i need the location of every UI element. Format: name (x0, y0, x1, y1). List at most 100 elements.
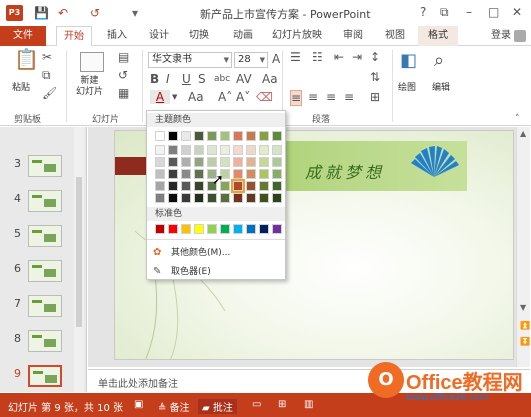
standard-color-swatch[interactable] (259, 224, 269, 234)
font-color-icon[interactable]: A (150, 90, 170, 104)
powerpoint-app-icon[interactable]: P3 (6, 5, 23, 21)
reset-icon[interactable]: ↺ (118, 68, 128, 82)
font-color-dropdown-icon[interactable]: ▼ (172, 90, 177, 104)
theme-shade-swatch[interactable] (181, 193, 191, 203)
theme-shade-swatch[interactable] (233, 157, 243, 167)
tab-home[interactable]: 开始 (56, 26, 92, 47)
increase-indent-icon[interactable]: ⇥ (352, 50, 362, 64)
justify-icon[interactable]: ≡ (344, 90, 354, 104)
slide-thumbnail[interactable] (28, 190, 62, 212)
collapse-ribbon-icon[interactable]: ˄ (515, 112, 520, 126)
theme-color-swatch[interactable] (233, 131, 243, 141)
theme-shade-swatch[interactable] (259, 193, 269, 203)
bold-icon[interactable]: B (150, 72, 159, 86)
scroll-up-icon[interactable]: ▲ (520, 129, 526, 138)
slide-thumbnail-selected[interactable] (28, 365, 62, 387)
line-spacing-icon[interactable]: ↕ (370, 50, 380, 64)
standard-color-swatch[interactable] (272, 224, 282, 234)
tab-design[interactable]: 设计 (142, 26, 176, 46)
theme-shade-swatch[interactable] (272, 169, 282, 179)
undo-icon[interactable]: ↶ (58, 5, 68, 21)
standard-color-swatch[interactable] (168, 224, 178, 234)
underline-icon[interactable]: U (182, 72, 191, 86)
theme-color-swatch[interactable] (272, 131, 282, 141)
decrease-font-icon[interactable]: A˅ (236, 90, 250, 104)
help-button[interactable]: ? (420, 4, 426, 20)
theme-shade-swatch[interactable] (207, 145, 217, 155)
text-direction-icon[interactable]: ⇅ (370, 70, 380, 84)
bullets-icon[interactable]: ☰ (290, 50, 301, 64)
theme-shade-swatch[interactable] (246, 157, 256, 167)
normal-view-icon[interactable]: ▭ (252, 399, 261, 410)
slide-title[interactable]: 成就梦想 (305, 159, 385, 183)
theme-shade-swatch[interactable] (155, 169, 165, 179)
next-slide-icon[interactable]: ⏬ (520, 337, 530, 346)
theme-shade-swatch[interactable] (155, 181, 165, 191)
theme-shade-swatch[interactable] (220, 193, 230, 203)
previous-slide-icon[interactable]: ⏫ (520, 321, 530, 330)
theme-color-swatch[interactable] (220, 131, 230, 141)
theme-shade-swatch[interactable] (233, 169, 243, 179)
standard-color-swatch[interactable] (207, 224, 217, 234)
theme-shade-swatch[interactable] (272, 157, 282, 167)
tab-slideshow[interactable]: 幻灯片放映 (266, 26, 328, 46)
theme-shade-swatch[interactable] (233, 193, 243, 203)
drawing-button[interactable]: 绘图 (398, 80, 416, 93)
redo-icon[interactable]: ↺ (90, 5, 100, 21)
layout-icon[interactable]: ▤ (118, 50, 129, 64)
new-slide-icon[interactable] (80, 52, 104, 72)
theme-color-swatch[interactable] (207, 131, 217, 141)
theme-shade-swatch[interactable] (168, 181, 178, 191)
theme-shade-swatch[interactable] (155, 193, 165, 203)
smartart-icon[interactable]: ⊞ (370, 90, 380, 104)
ribbon-display-button[interactable]: ⧉ (440, 4, 449, 20)
theme-shade-swatch[interactable] (259, 145, 269, 155)
shadow-icon[interactable]: S (198, 72, 206, 86)
standard-color-swatch[interactable] (155, 224, 165, 234)
theme-color-swatch[interactable] (194, 131, 204, 141)
theme-shade-swatch[interactable] (246, 181, 256, 191)
standard-color-swatch[interactable] (194, 224, 204, 234)
theme-shade-swatch[interactable] (220, 145, 230, 155)
close-button[interactable]: ✕ (512, 4, 522, 20)
theme-shade-swatch[interactable] (155, 157, 165, 167)
increase-font-icon[interactable]: A˄ (218, 90, 232, 104)
theme-shade-swatch[interactable] (233, 145, 243, 155)
slide-thumbnail[interactable] (28, 260, 62, 282)
paste-button[interactable]: 粘贴 (12, 80, 30, 93)
align-center-icon[interactable]: ≡ (308, 90, 318, 104)
editing-button[interactable]: 编辑 (432, 80, 450, 93)
scrollbar-thumb[interactable] (76, 177, 82, 327)
theme-shade-swatch[interactable] (246, 169, 256, 179)
tab-insert[interactable]: 插入 (100, 26, 134, 46)
tab-transitions[interactable]: 切换 (182, 26, 216, 46)
section-icon[interactable]: ▦ (118, 86, 129, 100)
theme-shade-swatch[interactable] (168, 193, 178, 203)
theme-shade-swatch[interactable] (272, 145, 282, 155)
font-size-combo[interactable]: 28 ▼ (234, 52, 268, 68)
theme-shade-swatch[interactable] (194, 145, 204, 155)
scroll-down-icon[interactable]: ▼ (520, 303, 526, 312)
tab-view[interactable]: 视图 (378, 26, 412, 46)
decrease-indent-icon[interactable]: ⇤ (334, 50, 344, 64)
theme-shade-swatch[interactable] (181, 181, 191, 191)
slide-sorter-icon[interactable]: ⊞ (278, 399, 286, 410)
theme-color-swatch[interactable] (168, 131, 178, 141)
editor-scrollbar[interactable]: ▲ ▼ ⏫ ⏬ (516, 127, 530, 367)
binoculars-icon[interactable]: ⌕ (434, 52, 444, 70)
theme-shade-swatch[interactable] (231, 179, 245, 193)
comments-button[interactable]: ▰ 批注 (198, 399, 237, 414)
theme-shade-swatch[interactable] (259, 157, 269, 167)
theme-shade-swatch[interactable] (259, 181, 269, 191)
copy-icon[interactable]: ⧉ (42, 68, 51, 82)
theme-shade-swatch[interactable] (181, 157, 191, 167)
new-slide-button[interactable]: 新建 幻灯片 (76, 76, 103, 98)
theme-shade-swatch[interactable] (194, 193, 204, 203)
drawing-icon[interactable]: ◧ (400, 52, 417, 70)
char-spacing-icon[interactable]: AV (236, 72, 252, 86)
customize-qat-icon[interactable]: ▾ (132, 5, 138, 21)
tab-animations[interactable]: 动画 (226, 26, 260, 46)
eyedropper-item[interactable]: ✎ 取色器(E) (153, 264, 211, 277)
spellcheck-icon[interactable]: ▣ (134, 399, 143, 410)
numbering-icon[interactable]: ☷ (312, 50, 323, 64)
